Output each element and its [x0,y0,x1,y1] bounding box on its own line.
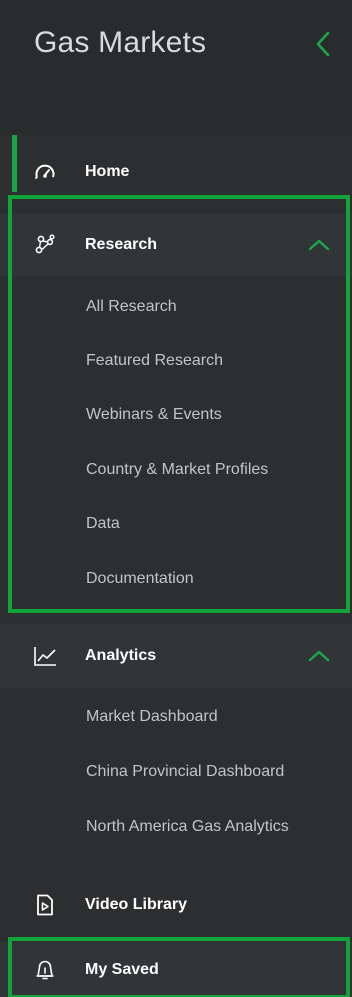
submenu-item-label: China Provincial Dashboard [86,763,285,780]
sidebar-item-research[interactable]: Research [0,214,352,276]
submenu-item-label: All Research [86,298,177,315]
submenu-item-label: Featured Research [86,352,223,369]
sidebar-item-label: Research [85,236,158,253]
sidebar-header: Gas Markets [0,0,352,135]
bell-saved-icon [32,957,58,983]
submenu-item-label: Webinars & Events [86,406,222,423]
submenu-item-all-research[interactable]: All Research [0,280,352,334]
submenu-item-label: Country & Market Profiles [86,461,269,478]
sidebar-item-my-saved[interactable]: My Saved [0,942,352,997]
collapse-sidebar-button[interactable] [310,26,336,62]
sidebar-item-label: Video Library [85,896,187,913]
submenu-item-data[interactable]: Data [0,497,352,551]
home-gauge-icon [32,159,58,185]
sidebar-item-home[interactable]: Home [0,144,352,200]
chevron-up-icon[interactable] [308,238,330,252]
submenu-item-label: Market Dashboard [86,708,218,725]
sidebar: Gas Markets Home Research All Research F… [0,0,352,997]
research-nodes-icon [32,232,58,258]
submenu-item-label: North America Gas Analytics [86,818,289,835]
line-chart-icon [32,643,58,669]
chevron-up-icon[interactable] [308,649,330,663]
submenu-item-webinars-events[interactable]: Webinars & Events [0,388,352,442]
chevron-left-icon [316,31,330,57]
submenu-item-documentation[interactable]: Documentation [0,552,352,606]
submenu-item-north-america-gas-analytics[interactable]: North America Gas Analytics [0,800,352,854]
submenu-item-label: Data [86,515,120,532]
sidebar-item-label: Analytics [85,647,157,664]
video-file-icon [32,892,58,918]
sidebar-item-label: My Saved [85,960,159,978]
submenu-item-china-provincial-dashboard[interactable]: China Provincial Dashboard [0,745,352,799]
sidebar-item-video-library[interactable]: Video Library [0,876,352,934]
submenu-item-country-market-profiles[interactable]: Country & Market Profiles [0,443,352,497]
app-title: Gas Markets [34,26,207,59]
sidebar-item-analytics[interactable]: Analytics [0,624,352,688]
submenu-item-featured-research[interactable]: Featured Research [0,334,352,388]
sidebar-item-label: Home [85,163,130,180]
submenu-item-market-dashboard[interactable]: Market Dashboard [0,690,352,744]
submenu-item-label: Documentation [86,570,194,587]
